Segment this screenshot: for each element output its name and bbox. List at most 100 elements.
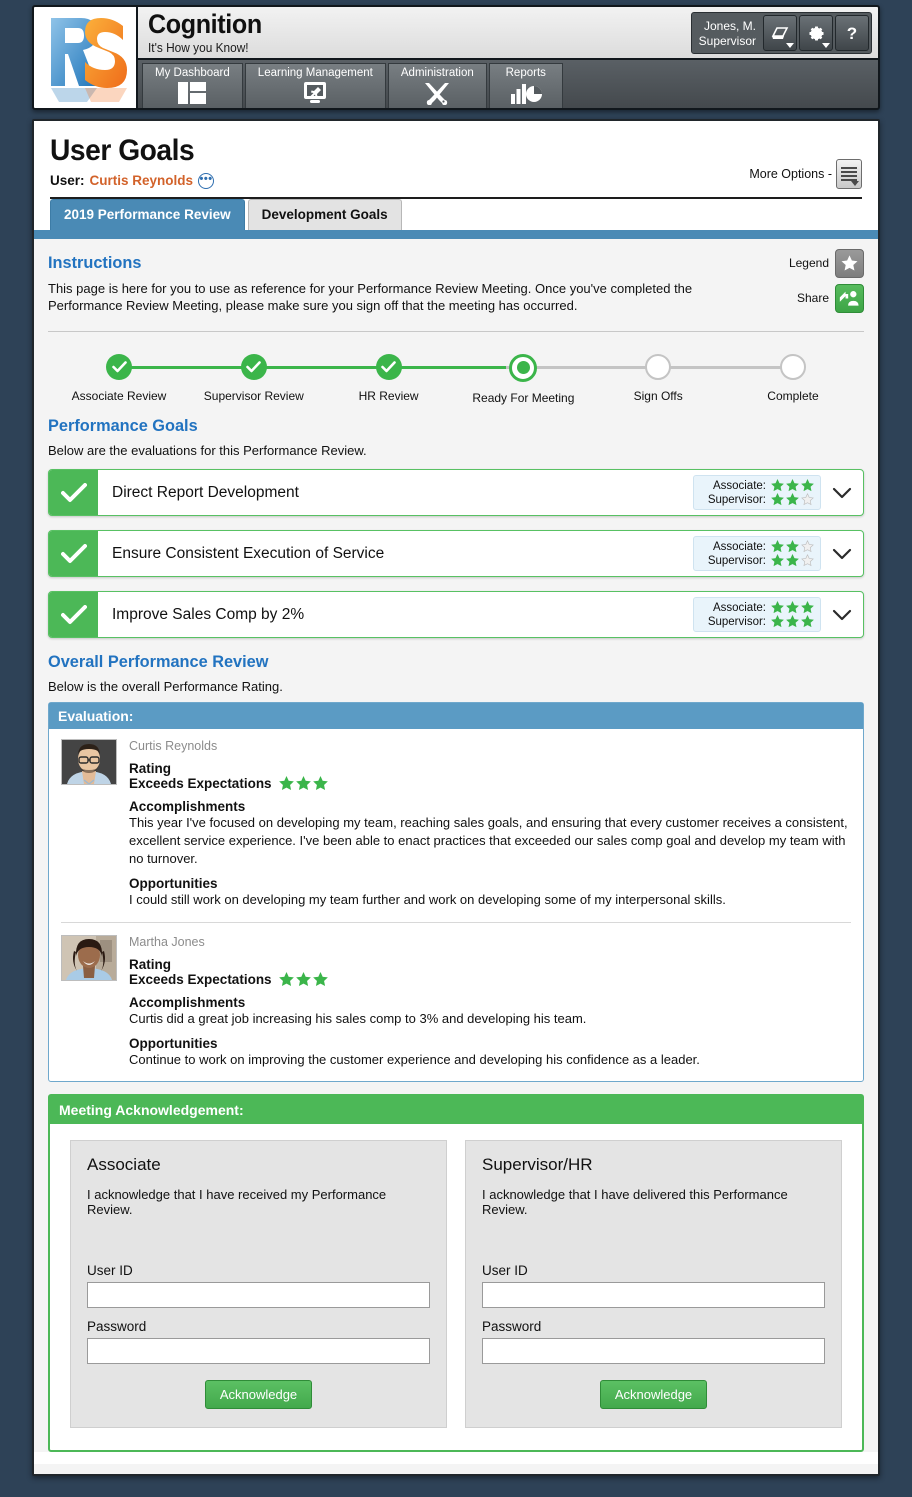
- more-dots-icon[interactable]: •••: [198, 172, 215, 189]
- supervisor-userid-label: User ID: [482, 1263, 528, 1279]
- accomplishments-text: This year I've focused on developing my …: [129, 814, 848, 866]
- inbox-icon-button[interactable]: [763, 15, 797, 51]
- star-filled-icon: [771, 540, 784, 553]
- step-hr-review[interactable]: HR Review: [324, 353, 454, 405]
- step-label: Associate Review: [71, 388, 167, 403]
- check-icon: [60, 543, 87, 563]
- chevron-down-icon: [822, 43, 830, 48]
- star-filled-icon: [786, 540, 799, 553]
- goal-row[interactable]: Improve Sales Comp by 2% Associate: Supe…: [48, 591, 864, 639]
- step-complete[interactable]: Complete: [728, 353, 858, 405]
- workflow-stepper: Associate Review Supervisor Review HR Re…: [54, 353, 858, 416]
- step-node-todo: [645, 353, 672, 380]
- star-filled-icon: [312, 775, 328, 790]
- step-node-done: [375, 353, 402, 380]
- opportunities-label: Opportunities: [129, 1036, 218, 1052]
- acknowledgement-panel: Meeting Acknowledgement: Associate I ack…: [48, 1094, 864, 1453]
- associate-userid-input[interactable]: [87, 1282, 430, 1309]
- associate-text: I acknowledge that I have received my Pe…: [87, 1187, 387, 1218]
- supervisor-acknowledge-button[interactable]: Acknowledge: [599, 1380, 708, 1410]
- step-node-done: [240, 353, 267, 380]
- star-icon: [841, 254, 858, 271]
- step-node-done: [106, 353, 132, 380]
- female-avatar-icon: [62, 936, 116, 981]
- goal-expand-button[interactable]: [821, 592, 863, 637]
- associate-password-input[interactable]: [87, 1338, 430, 1365]
- brand-title: Cognition: [148, 8, 262, 39]
- tab-development-goals[interactable]: Development Goals: [247, 198, 402, 230]
- step-label: HR Review: [358, 388, 419, 403]
- goal-rating-badge: Associate: Supervisor:: [693, 597, 821, 633]
- svg-text:?: ?: [847, 24, 857, 43]
- legend-button[interactable]: [835, 248, 864, 278]
- goal-title: Ensure Consistent Execution of Service: [112, 544, 385, 562]
- supervisor-userid-input[interactable]: [482, 1282, 825, 1309]
- performance-goals-subtext: Below are the evaluations for this Perfo…: [48, 442, 367, 458]
- help-icon-button[interactable]: ?: [835, 15, 869, 51]
- brand-tagline: It's How you Know!: [148, 40, 249, 55]
- nav-tab-reports[interactable]: Reports: [488, 63, 563, 108]
- page-body: Instructions This page is here for you t…: [34, 238, 878, 1475]
- more-options-menu-icon[interactable]: [836, 159, 862, 189]
- star-filled-icon: [801, 615, 814, 628]
- supervisor-button-wrap: Acknowledge: [482, 1380, 825, 1410]
- step-supervisor-review[interactable]: Supervisor Review: [189, 353, 319, 405]
- star-filled-icon: [295, 775, 311, 790]
- chart-pie-icon: [510, 84, 542, 104]
- user-link[interactable]: Curtis Reynolds: [90, 173, 194, 188]
- user-menu[interactable]: Jones, M. Supervisor ?: [690, 12, 872, 54]
- goal-expand-button[interactable]: [821, 470, 863, 515]
- share-action[interactable]: Share: [789, 283, 864, 313]
- top-bar: Cognition It's How you Know! Jones, M. S…: [32, 5, 880, 110]
- page-header: User Goals User: Curtis Reynolds ••• Mor…: [34, 121, 878, 189]
- goal-rating-badge: Associate: Supervisor:: [693, 475, 821, 511]
- legend-label: Legend: [788, 256, 829, 270]
- instructions-text: This page is here for you to use as refe…: [48, 280, 693, 314]
- performance-goals-section: Performance Goals Below are the evaluati…: [34, 416, 878, 639]
- more-options-label: More Options -: [749, 167, 832, 181]
- goal-row[interactable]: Direct Report Development Associate: Sup…: [48, 469, 864, 517]
- star-filled-icon: [786, 493, 799, 506]
- supervisor-password-input[interactable]: [482, 1338, 825, 1365]
- performance-goals-heading: Performance Goals: [48, 415, 198, 435]
- gear-icon-button[interactable]: [799, 15, 833, 51]
- step-sign-offs[interactable]: Sign Offs: [593, 353, 723, 405]
- more-options[interactable]: More Options -: [749, 159, 862, 189]
- star-filled-icon: [801, 479, 814, 492]
- associate-rating: Associate:: [700, 479, 814, 492]
- star-filled-icon: [786, 479, 799, 492]
- check-icon: [381, 360, 396, 372]
- step-label: Ready For Meeting: [472, 390, 575, 405]
- step-associate-review[interactable]: Associate Review: [54, 353, 184, 405]
- evaluation-divider: [61, 922, 851, 924]
- rs-logo[interactable]: [34, 7, 138, 108]
- star-filled-icon: [786, 554, 799, 567]
- rating-label: Rating: [129, 957, 171, 973]
- step-ready-for-meeting[interactable]: Ready For Meeting: [458, 353, 588, 405]
- goal-row[interactable]: Ensure Consistent Execution of Service A…: [48, 530, 864, 578]
- supervisor-title: Supervisor/HR: [482, 1155, 593, 1175]
- star-filled-icon: [295, 972, 311, 987]
- rating-value: Exceeds Expectations: [129, 776, 851, 791]
- legend-action[interactable]: Legend: [788, 248, 864, 278]
- star-empty-icon: [801, 554, 814, 567]
- evaluation-content: Martha Jones Rating Exceeds Expectations…: [129, 935, 851, 1069]
- nav-tab-learning-management[interactable]: Learning Management: [244, 63, 386, 108]
- nav-tab-my-dashboard[interactable]: My Dashboard: [142, 63, 243, 108]
- associate-userid-label: User ID: [87, 1263, 133, 1279]
- main-navigation: My Dashboard Learning Management Adminis…: [138, 60, 878, 108]
- rating-label: Rating: [129, 760, 171, 776]
- goal-expand-button[interactable]: [821, 531, 863, 576]
- rating-text: Exceeds Expectations: [129, 972, 272, 988]
- share-button[interactable]: [835, 283, 864, 313]
- rs-logo-icon: [51, 17, 127, 102]
- star-filled-icon: [771, 601, 784, 614]
- evaluation-entry: Martha Jones Rating Exceeds Expectations…: [61, 935, 851, 1069]
- associate-title: Associate: [87, 1155, 161, 1175]
- stepper-steps: Associate Review Supervisor Review HR Re…: [54, 353, 858, 405]
- associate-acknowledge-button[interactable]: Acknowledge: [204, 1380, 313, 1410]
- instructions-divider: [48, 330, 864, 332]
- tab-2019-performance-review[interactable]: 2019 Performance Review: [50, 198, 245, 230]
- nav-tab-administration[interactable]: Administration: [387, 63, 487, 108]
